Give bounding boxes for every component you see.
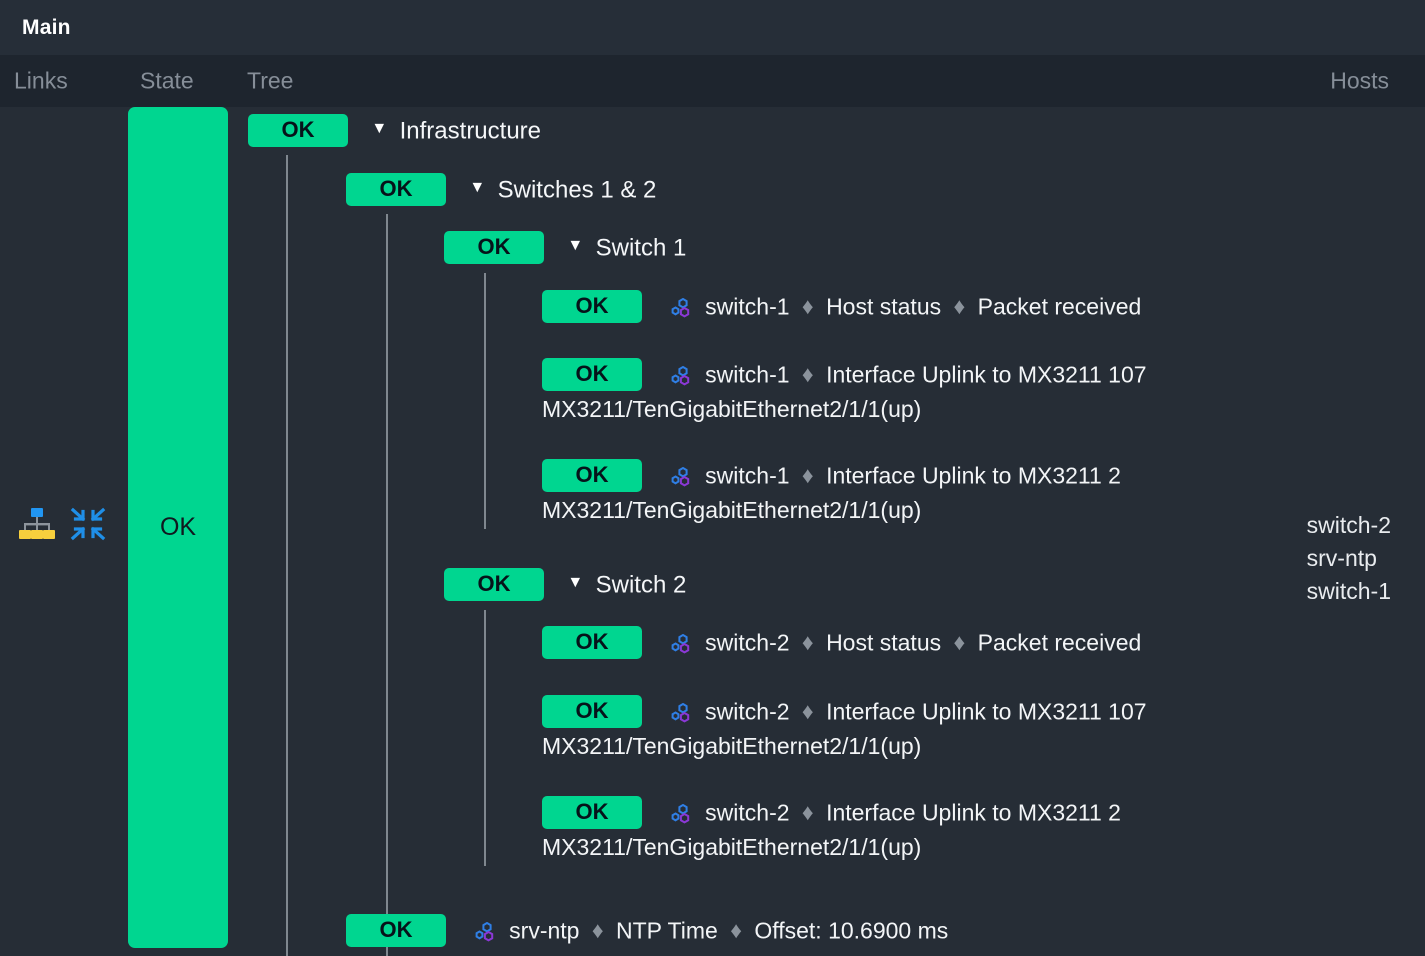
service-output: MX3211/TenGigabitEthernet2/1/1(up) bbox=[542, 830, 1425, 865]
separator-diamond-icon: ♦ bbox=[796, 629, 820, 655]
service-host-name: switch-2 bbox=[705, 629, 789, 655]
page-title: Main bbox=[22, 16, 71, 40]
service-output: Packet received bbox=[978, 629, 1142, 655]
chevron-down-icon[interactable]: ▼ bbox=[567, 565, 583, 600]
column-header-hosts[interactable]: Hosts bbox=[1330, 68, 1389, 95]
tree-guide-line bbox=[484, 273, 486, 529]
host-list-item[interactable]: switch-1 bbox=[1307, 575, 1391, 608]
separator-diamond-icon: ♦ bbox=[724, 917, 748, 943]
service-host-name: switch-1 bbox=[705, 361, 789, 387]
column-header-links[interactable]: Links bbox=[14, 68, 68, 95]
separator-diamond-icon: ♦ bbox=[586, 917, 610, 943]
tree-row-group[interactable]: OK ▼ Switch 2 bbox=[444, 566, 686, 602]
overall-state-label: OK bbox=[160, 513, 196, 542]
content-area: OK OK ▼ Infrastructure OK ▼ Switches 1 &… bbox=[0, 107, 1425, 956]
tree-column: OK ▼ Infrastructure OK ▼ Switches 1 & 2 … bbox=[228, 107, 1425, 956]
separator-diamond-icon: ♦ bbox=[796, 361, 820, 387]
service-name: Interface Uplink to MX3211 2 bbox=[826, 462, 1121, 488]
status-badge: OK bbox=[346, 173, 446, 206]
tree-row-service[interactable]: OK switch-2 ♦ Interface Uplink to MX3211… bbox=[542, 794, 1425, 865]
tree-row-service[interactable]: OK switch-1 ♦ Interface Uplink to MX3211… bbox=[542, 457, 1425, 528]
window-titlebar: Main bbox=[0, 0, 1425, 55]
tree-row-group[interactable]: OK ▼ Switches 1 & 2 bbox=[346, 171, 656, 207]
column-header-state[interactable]: State bbox=[140, 68, 194, 95]
service-output: Offset: 10.6900 ms bbox=[754, 917, 948, 943]
tree-node-label: Switch 1 bbox=[596, 234, 687, 261]
host-services-icon bbox=[671, 295, 693, 317]
overall-state-block[interactable]: OK bbox=[128, 107, 228, 948]
tree-row-service[interactable]: OK switch-1 ♦ Host status ♦ Packet recei… bbox=[542, 288, 1425, 324]
status-badge: OK bbox=[444, 568, 544, 601]
tree-node-label: Switches 1 & 2 bbox=[498, 176, 657, 203]
host-services-icon bbox=[671, 700, 693, 722]
tree-node-label: Switch 2 bbox=[596, 571, 687, 598]
tree-row-service[interactable]: OK srv-ntp ♦ NTP Time ♦ Offset: 10.6900 … bbox=[346, 912, 1425, 948]
host-services-icon bbox=[671, 363, 693, 385]
chevron-down-icon[interactable]: ▼ bbox=[371, 111, 387, 146]
service-output: MX3211/TenGigabitEthernet2/1/1(up) bbox=[542, 729, 1425, 764]
hierarchy-icon[interactable] bbox=[18, 507, 56, 546]
separator-diamond-icon: ♦ bbox=[796, 293, 820, 319]
links-column bbox=[0, 107, 128, 956]
column-header-row: Links State Tree Hosts bbox=[0, 55, 1425, 107]
separator-diamond-icon: ♦ bbox=[948, 293, 972, 319]
separator-diamond-icon: ♦ bbox=[796, 698, 820, 724]
links-icon-group bbox=[18, 507, 106, 546]
service-name: Host status bbox=[826, 629, 941, 655]
host-services-icon bbox=[671, 801, 693, 823]
tree-row-service[interactable]: OK switch-1 ♦ Interface Uplink to MX3211… bbox=[542, 356, 1425, 427]
host-services-icon bbox=[671, 464, 693, 486]
host-list-item[interactable]: srv-ntp bbox=[1307, 542, 1391, 575]
host-list-item[interactable]: switch-2 bbox=[1307, 509, 1391, 542]
service-host-name: srv-ntp bbox=[509, 917, 579, 943]
tree-guide-line bbox=[484, 610, 486, 866]
service-name: Host status bbox=[826, 293, 941, 319]
status-badge: OK bbox=[444, 231, 544, 264]
separator-diamond-icon: ♦ bbox=[796, 462, 820, 488]
host-services-icon bbox=[475, 919, 497, 941]
hosts-column: switch-2 srv-ntp switch-1 bbox=[1307, 509, 1391, 608]
service-output: Packet received bbox=[978, 293, 1142, 319]
service-name: Interface Uplink to MX3211 2 bbox=[826, 799, 1121, 825]
tree-row-group[interactable]: OK ▼ Switch 1 bbox=[444, 229, 686, 265]
status-badge: OK bbox=[542, 626, 642, 659]
tree-row-service[interactable]: OK switch-2 ♦ Host status ♦ Packet recei… bbox=[542, 624, 1425, 660]
tree-guide-line bbox=[286, 155, 288, 956]
tree-row-service[interactable]: OK switch-2 ♦ Interface Uplink to MX3211… bbox=[542, 693, 1425, 764]
service-output: MX3211/TenGigabitEthernet2/1/1(up) bbox=[542, 493, 1425, 528]
service-name: NTP Time bbox=[616, 917, 718, 943]
chevron-down-icon[interactable]: ▼ bbox=[567, 228, 583, 263]
service-name: Interface Uplink to MX3211 107 bbox=[826, 698, 1146, 724]
service-host-name: switch-1 bbox=[705, 462, 789, 488]
status-badge: OK bbox=[542, 796, 642, 829]
chevron-down-icon[interactable]: ▼ bbox=[469, 170, 485, 205]
status-badge: OK bbox=[346, 914, 446, 947]
tree-row-group[interactable]: OK ▼ Infrastructure bbox=[248, 112, 541, 148]
column-header-tree[interactable]: Tree bbox=[247, 68, 293, 95]
status-badge: OK bbox=[542, 290, 642, 323]
tree-guide-line bbox=[386, 214, 388, 956]
service-host-name: switch-2 bbox=[705, 799, 789, 825]
status-badge: OK bbox=[542, 358, 642, 391]
collapse-arrows-icon[interactable] bbox=[70, 507, 106, 546]
service-name: Interface Uplink to MX3211 107 bbox=[826, 361, 1146, 387]
status-badge: OK bbox=[542, 695, 642, 728]
service-host-name: switch-2 bbox=[705, 698, 789, 724]
status-badge: OK bbox=[542, 459, 642, 492]
tree-node-label: Infrastructure bbox=[400, 117, 541, 144]
service-host-name: switch-1 bbox=[705, 293, 789, 319]
separator-diamond-icon: ♦ bbox=[796, 799, 820, 825]
host-services-icon bbox=[671, 631, 693, 653]
separator-diamond-icon: ♦ bbox=[948, 629, 972, 655]
status-badge: OK bbox=[248, 114, 348, 147]
service-output: MX3211/TenGigabitEthernet2/1/1(up) bbox=[542, 392, 1425, 427]
